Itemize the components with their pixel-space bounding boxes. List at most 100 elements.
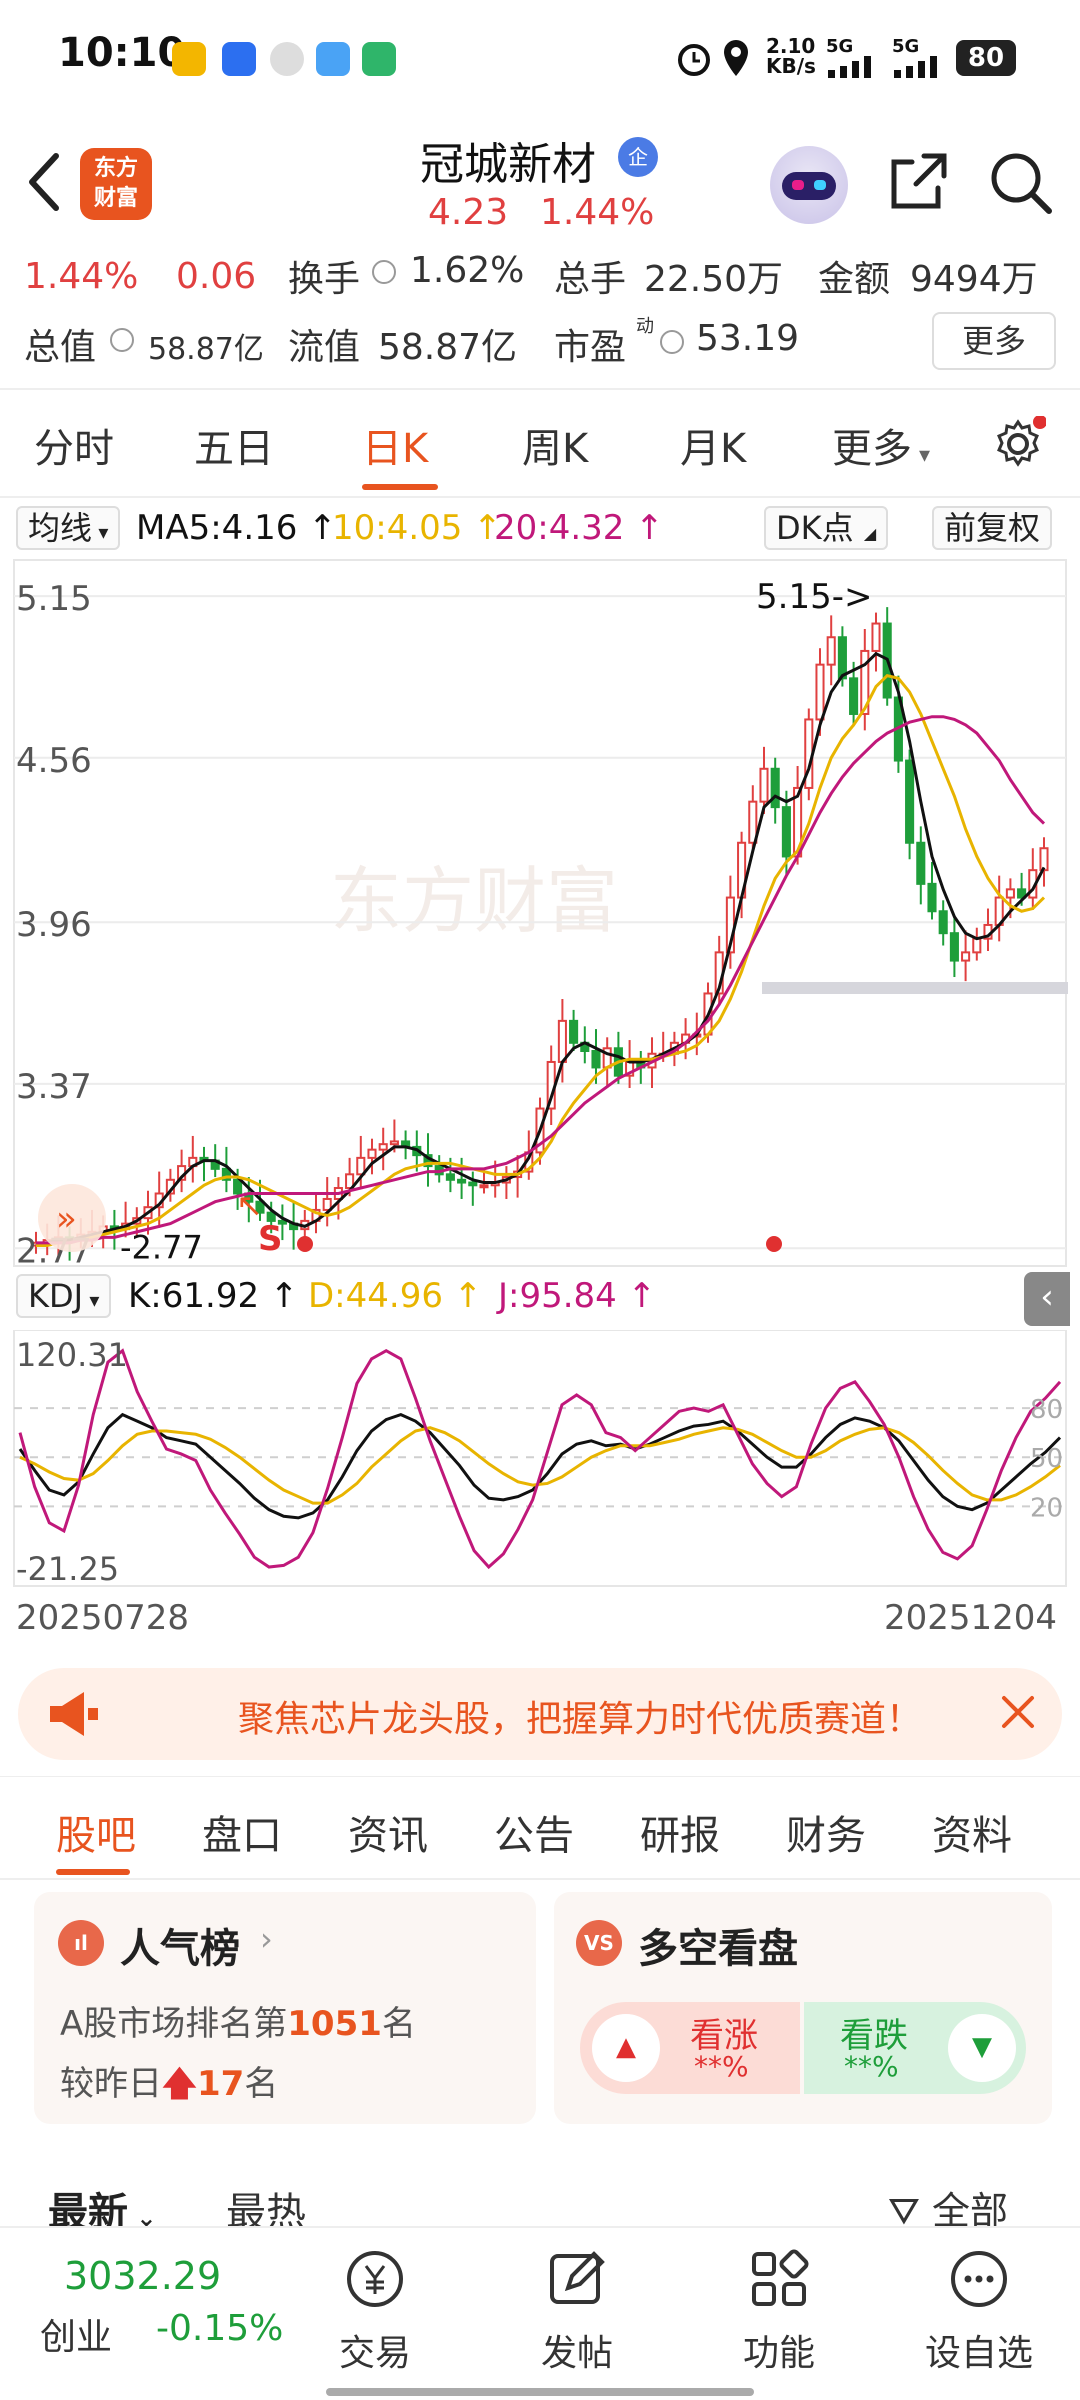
- kdj-guide-label: 20: [1030, 1493, 1063, 1523]
- more-button[interactable]: 更多: [932, 312, 1056, 370]
- tab-more[interactable]: 更多 ▾: [832, 416, 930, 474]
- assistant-avatar[interactable]: [770, 146, 848, 224]
- tab-announcements[interactable]: 公告: [494, 1803, 574, 1861]
- index-value: 3032.29: [64, 2254, 222, 2298]
- ma5-label: MA5:4.16 ↑: [136, 508, 337, 548]
- bearish-button[interactable]: 看跌 **% ▼: [804, 2002, 1026, 2094]
- popularity-title: 人气榜: [120, 1926, 240, 1972]
- y-tick-label: 4.56: [16, 741, 92, 781]
- quote-change-pct: 1.44%: [24, 256, 139, 297]
- ma10-label: 10:4.05 ↑: [332, 508, 502, 548]
- info-icon[interactable]: [660, 330, 684, 354]
- tab-profile[interactable]: 资料: [932, 1803, 1012, 1861]
- header-change-pct: 1.44%: [540, 192, 655, 233]
- candle-body: [837, 636, 847, 680]
- enterprise-badge: 企: [618, 137, 658, 177]
- candle-body: [961, 951, 971, 962]
- kdj-chart[interactable]: 80 50 20 120.31 -21.25: [0, 1330, 1080, 1590]
- candle-body: [849, 677, 859, 715]
- pe-value: 53.19: [696, 318, 800, 359]
- tab-research[interactable]: 研报: [640, 1803, 720, 1861]
- long-short-title: 多空看盘: [638, 1926, 798, 1972]
- alarm-icon: [678, 44, 710, 76]
- ma20-label: 20:4.32 ↑: [494, 508, 664, 548]
- nav-watchlist[interactable]: 设自选: [914, 2246, 1044, 2376]
- popularity-card[interactable]: ıl 人气榜 › A股市场排名第1051名 较昨日🡅17名: [34, 1892, 536, 2124]
- dk-point-button[interactable]: DK点 ◢: [764, 506, 889, 550]
- float-value: 58.87亿: [378, 327, 518, 368]
- home-indicator: [326, 2388, 754, 2396]
- tab-orderbook[interactable]: 盘口: [202, 1803, 282, 1861]
- candle-body: [591, 1050, 601, 1069]
- indicator-select[interactable]: 均线 ▾: [16, 506, 121, 550]
- kdj-guide-label: 80: [1030, 1395, 1063, 1425]
- period-tabs: 分时 五日 日K 周K 月K 更多 ▾: [0, 388, 1080, 498]
- index-name[interactable]: 创业: [40, 2308, 112, 2360]
- candle-body: [927, 882, 937, 913]
- mcap-label: 总值: [24, 327, 97, 368]
- candle-body: [916, 841, 926, 885]
- search-icon[interactable]: [986, 148, 1056, 218]
- signal-icon-2: [894, 56, 937, 78]
- back-arrow-icon[interactable]: [24, 150, 64, 214]
- nav-functions[interactable]: 功能: [714, 2246, 844, 2376]
- tab-intraday[interactable]: 分时: [34, 416, 114, 474]
- y-tick-label: 3.96: [16, 905, 92, 945]
- nav-post[interactable]: 发帖: [512, 2246, 642, 2376]
- share-icon[interactable]: [884, 148, 952, 216]
- promo-banner[interactable]: 聚焦芯片龙头股，把握算力时代优质赛道！: [18, 1668, 1062, 1760]
- candle-body: [557, 1019, 567, 1063]
- signal-dot: [766, 1236, 782, 1252]
- turnover-label: 换手: [288, 259, 361, 300]
- tab-monthly-k[interactable]: 月K: [680, 416, 746, 474]
- location-icon: [724, 40, 748, 76]
- status-time: 10:10: [58, 30, 186, 76]
- dk-zone-band: [762, 982, 1068, 994]
- candle-body: [905, 759, 915, 844]
- nav-trade[interactable]: 交易: [310, 2246, 440, 2376]
- adjust-button[interactable]: 前复权: [932, 506, 1053, 550]
- settings-gear-icon[interactable]: [990, 416, 1046, 472]
- collapse-panel-icon[interactable]: ‹: [1024, 1272, 1070, 1326]
- collapse-handle[interactable]: »: [38, 1184, 106, 1252]
- float-label: 流值: [288, 327, 361, 368]
- kdj-d-label: D:44.96 ↑: [308, 1276, 483, 1316]
- candle-body: [1039, 847, 1049, 872]
- tab-weekly-k[interactable]: 周K: [522, 416, 588, 474]
- close-icon[interactable]: [996, 1690, 1040, 1734]
- candle-body: [569, 1019, 579, 1044]
- kdj-k-label: K:61.92 ↑: [128, 1276, 299, 1316]
- candle-body: [815, 663, 825, 721]
- tab-five-day[interactable]: 五日: [194, 416, 274, 474]
- kdj-frame: [13, 1330, 1067, 1587]
- long-short-card[interactable]: VS 多空看盘 ▲ 看涨 **% 看跌 **% ▼: [554, 1892, 1052, 2124]
- bullish-button[interactable]: ▲ 看涨 **%: [580, 2002, 800, 2094]
- tab-financials[interactable]: 财务: [786, 1803, 866, 1861]
- candle-body: [759, 767, 769, 803]
- info-icon[interactable]: [110, 328, 134, 352]
- candle-body: [871, 622, 881, 652]
- yen-icon: [347, 2251, 403, 2307]
- candlestick-chart[interactable]: 东方财富 5.154.563.963.372.775.15->-2.77 S »…: [0, 554, 1080, 1274]
- kdj-select[interactable]: KDJ ▾: [16, 1274, 112, 1318]
- header-price: 4.23: [428, 192, 509, 233]
- down-triangle-icon: ▼: [948, 2014, 1016, 2082]
- double-chevron-icon: »: [56, 1199, 77, 1239]
- content-tabs: 股吧 盘口 资讯 公告 研报 财务 资料: [0, 1776, 1080, 1880]
- tab-news[interactable]: 资讯: [348, 1803, 428, 1861]
- y-tick-label: 3.37: [16, 1067, 92, 1107]
- amount-value: 9494万: [910, 259, 1038, 300]
- candle-body: [367, 1148, 377, 1159]
- info-icon[interactable]: [372, 260, 396, 284]
- pe-superscript: 动: [636, 316, 654, 337]
- kdj-min-label: -21.25: [16, 1550, 119, 1588]
- kdj-j-label: J:95.84 ↑: [498, 1276, 657, 1316]
- active-tab-underline: [362, 484, 438, 490]
- tab-forum[interactable]: 股吧: [56, 1803, 136, 1861]
- candle-body: [457, 1178, 467, 1184]
- candle-body: [1005, 888, 1015, 899]
- arrow-icon: ↖: [236, 1186, 263, 1224]
- chevron-right-icon: ›: [260, 1920, 273, 1958]
- tab-daily-k[interactable]: 日K: [362, 416, 428, 474]
- quote-panel: 1.44% 0.06 换手 1.62% 总手 22.50万 金额 9494万 总…: [0, 250, 1080, 380]
